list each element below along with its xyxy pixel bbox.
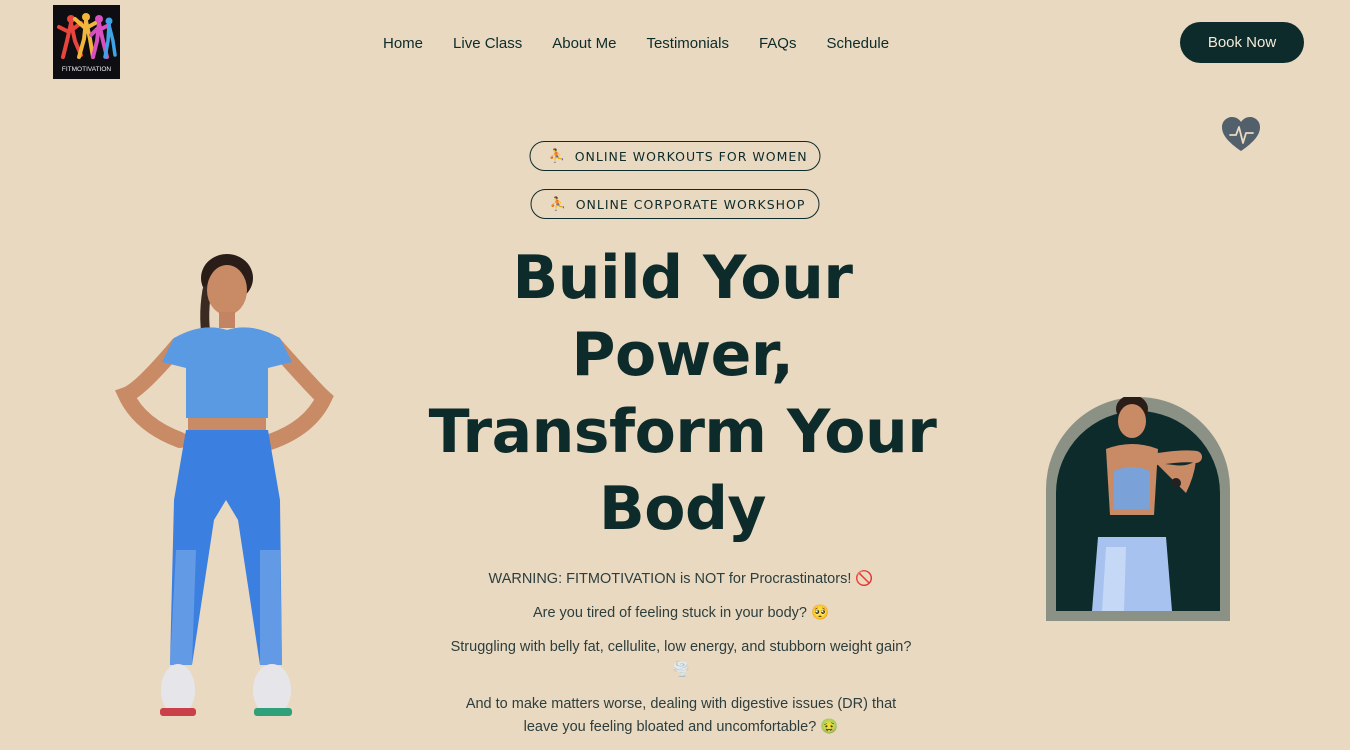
headline-line: Build Your [512, 243, 853, 313]
hero-paragraph: Are you tired of feeling stuck in your b… [532, 605, 830, 621]
trainer-photo-arch [1046, 395, 1230, 621]
trainer-photo-standing [110, 250, 340, 730]
nav-about-me[interactable]: About Me [552, 35, 616, 52]
nav-testimonials[interactable]: Testimonials [646, 35, 729, 52]
nav-faqs[interactable]: FAQs [759, 35, 797, 52]
headline-line: Body [598, 474, 767, 544]
brand-logo[interactable]: FITMOTIVATION [53, 5, 120, 79]
logo-figures-icon: FITMOTIVATION [53, 5, 120, 79]
heart-pulse-icon[interactable] [1220, 115, 1262, 155]
warning-text: WARNING: FITMOTIVATION is NOT for Procra… [488, 571, 874, 587]
badge-label: ONLINE CORPORATE WORKSHOP [575, 196, 806, 212]
nav-home[interactable]: Home [383, 35, 423, 52]
hero-paragraph: And to make matters worse, dealing with … [465, 696, 897, 735]
logo-text: FITMOTIVATION [62, 66, 112, 73]
nav-live-class[interactable]: Live Class [453, 35, 522, 52]
badge-corporate-workshop[interactable]: ⛹ ONLINE CORPORATE WORKSHOP [530, 189, 820, 219]
hero-paragraph: Struggling with belly fat, cellulite, lo… [450, 639, 912, 678]
nav-schedule[interactable]: Schedule [826, 35, 889, 52]
hero-copy: WARNING: FITMOTIVATION is NOT for Procra… [450, 568, 912, 750]
hero-headline: Build Your Power, Transform Your Body [400, 240, 965, 548]
yoga-icon: ⛹ [548, 148, 566, 164]
headline-line: Power, [571, 320, 794, 390]
badge-online-workouts[interactable]: ⛹ ONLINE WORKOUTS FOR WOMEN [529, 141, 821, 171]
book-now-button[interactable]: Book Now [1180, 22, 1304, 63]
meditation-icon: ⛹ [549, 196, 567, 212]
badge-label: ONLINE WORKOUTS FOR WOMEN [574, 148, 808, 164]
main-nav: Home Live Class About Me Testimonials FA… [368, 32, 904, 54]
headline-line: Transform Your [428, 397, 937, 467]
